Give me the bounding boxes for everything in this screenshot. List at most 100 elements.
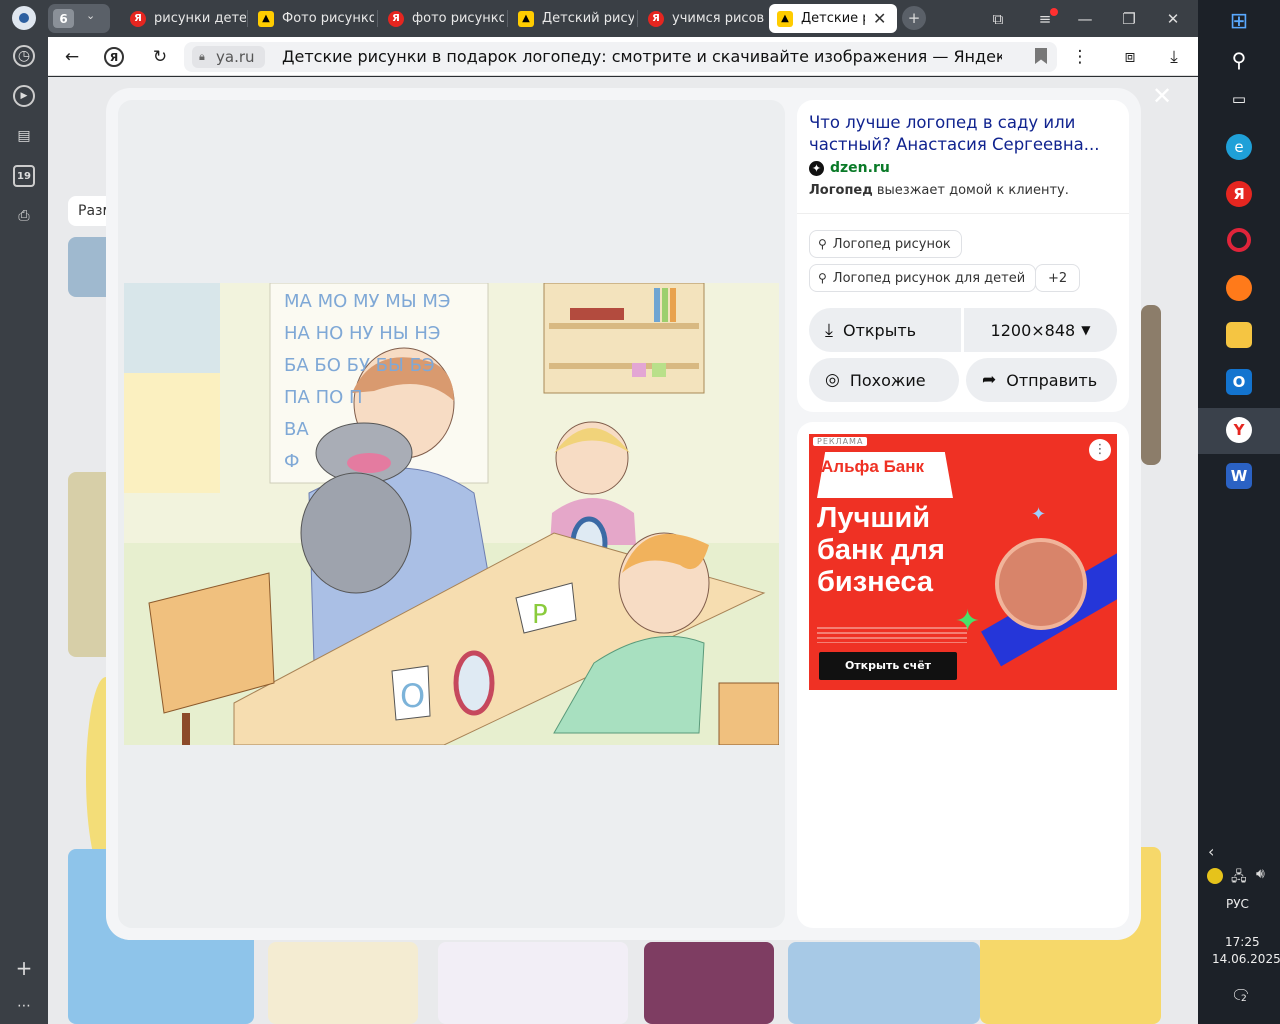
result-thumbnail[interactable] — [268, 942, 418, 1024]
result-thumbnail[interactable] — [788, 942, 980, 1024]
tab-group-counter[interactable]: 6 ⌄ — [48, 4, 110, 33]
network-icon[interactable]: 🖧︎ — [1231, 866, 1247, 890]
ad-label: РЕКЛАМА — [813, 437, 868, 446]
tab-title: Детские рисунки — [801, 11, 865, 26]
more-tags-chip[interactable]: +2 — [1035, 264, 1081, 292]
browser-logo-icon[interactable] — [12, 6, 36, 30]
lens-icon: ◎ — [825, 370, 840, 390]
tray-status-icon[interactable] — [1207, 868, 1223, 884]
source-title-link[interactable]: Что лучше логопед в саду или частный? Ан… — [809, 112, 1109, 156]
clock-time[interactable]: 17:25 — [1225, 935, 1260, 949]
images-icon: ▲ — [518, 10, 534, 27]
play-icon[interactable]: ▶ — [13, 85, 35, 107]
poster-line: МА МО МУ МЫ МЭ — [284, 291, 450, 312]
source-site[interactable]: ✦ dzen.ru — [809, 160, 890, 176]
tab-strip: 6 ⌄ Я рисунки детей ▲ Фото рисунков Я фо… — [0, 0, 1198, 37]
ad-headline-line: Лучший — [817, 502, 931, 534]
firefox-icon[interactable] — [1226, 275, 1252, 301]
images-icon: ▲ — [777, 10, 793, 27]
tab-title: Детский рисунок — [542, 11, 634, 26]
file-explorer-icon[interactable] — [1226, 322, 1252, 348]
notes-icon[interactable]: ▤ — [13, 125, 35, 147]
more-icon[interactable]: ⋯ — [13, 995, 35, 1017]
history-icon[interactable]: ◷ — [13, 45, 35, 67]
result-thumbnail[interactable] — [1141, 305, 1161, 465]
tag-chip[interactable]: ⚲ Логопед рисунок для детей — [809, 264, 1037, 292]
extensions-icon[interactable]: ⧈ — [1118, 45, 1142, 69]
clock-date[interactable]: 14.06.2025 — [1212, 952, 1280, 966]
tab-separator — [247, 10, 248, 27]
poster-line: ПА ПО П — [284, 387, 363, 408]
result-thumbnail[interactable] — [644, 942, 774, 1024]
tab-2[interactable]: Я фото рисунков — [380, 4, 504, 33]
add-panel-icon[interactable]: + — [13, 956, 35, 980]
tab-3[interactable]: ▲ Детский рисунок — [510, 4, 634, 33]
snippet-bold: Логопед — [809, 183, 873, 198]
show-hidden-icons[interactable]: ‹ — [1208, 842, 1214, 861]
letter-card-r: Р — [532, 600, 548, 630]
opera-icon[interactable] — [1227, 228, 1251, 252]
downloads-icon[interactable]: ⤓ — [1162, 45, 1186, 69]
result-thumbnail[interactable] — [438, 942, 628, 1024]
share-button[interactable]: ➦ Отправить — [966, 358, 1117, 402]
similar-button[interactable]: ◎ Похожие — [809, 358, 959, 402]
back-icon[interactable]: ← — [60, 45, 84, 69]
tab-title: фото рисунков — [412, 11, 504, 26]
yandex-app-icon[interactable]: Y — [1226, 417, 1252, 443]
tag-chip[interactable]: ⚲ Логопед рисунок — [809, 230, 962, 258]
collections-icon[interactable]: ⧉ — [985, 6, 1011, 31]
tab-separator — [507, 10, 508, 27]
omnibox[interactable]: 🔒︎ ya.ru Детские рисунки в подарок логоп… — [184, 42, 1057, 72]
edge-icon[interactable]: e — [1226, 134, 1252, 160]
reload-icon[interactable]: ↻ — [148, 45, 172, 69]
tab-4[interactable]: Я учимся рисовать — [640, 4, 764, 33]
images-icon: ▲ — [258, 10, 274, 27]
tab-separator — [637, 10, 638, 27]
tab-1[interactable]: ▲ Фото рисунков — [250, 4, 374, 33]
open-account-button[interactable]: Открыть счёт — [819, 652, 957, 680]
new-tab-button[interactable]: + — [902, 6, 926, 30]
word-icon[interactable]: W — [1226, 463, 1252, 489]
site-domain[interactable]: 🔒︎ ya.ru — [192, 46, 265, 68]
open-image-button[interactable]: ⤓ Открыть — [809, 308, 961, 352]
yandex-icon: Я — [388, 10, 404, 27]
menu-dots-icon[interactable]: ⋮ — [1068, 45, 1092, 69]
tab-title: рисунки детей — [154, 11, 246, 26]
bookmark-icon[interactable] — [1035, 48, 1047, 64]
notification-count: 2 — [1240, 994, 1248, 1004]
close-tab-icon[interactable]: ✕ — [873, 9, 886, 28]
windows-start-icon[interactable]: ⊞ — [1226, 8, 1252, 34]
alfa-bank-ad-banner[interactable]: РЕКЛАМА ⋮ Альфа Банк Лучший банк для биз… — [809, 434, 1117, 690]
more-tags-label: +2 — [1048, 270, 1068, 286]
volume-icon[interactable]: 🔊︎ — [1256, 866, 1265, 882]
task-view-icon[interactable]: ▭ — [1226, 86, 1252, 112]
notifications-icon[interactable]: ≡ — [1032, 6, 1058, 31]
search-icon[interactable]: ⚲ — [1226, 47, 1252, 73]
notification-center-icon[interactable]: 🗨︎ 2 — [1231, 986, 1251, 1005]
yandex-home-icon[interactable]: Я — [104, 47, 124, 67]
similar-label: Похожие — [849, 370, 926, 390]
tag-label: Логопед рисунок для детей — [832, 270, 1026, 286]
tab-0[interactable]: Я рисунки детей — [122, 4, 246, 33]
yandex-icon: Я — [648, 10, 664, 27]
close-window-icon[interactable]: ✕ — [1160, 6, 1186, 31]
calendar-icon[interactable]: 19 — [13, 165, 35, 187]
tab-title: учимся рисовать — [672, 11, 764, 26]
yandex-browser-icon[interactable]: Я — [1226, 181, 1252, 207]
site-name: dzen.ru — [830, 160, 890, 176]
restore-icon[interactable]: ❐ — [1116, 6, 1142, 31]
speech-therapist-illustration[interactable]: Р О МА МО МУ МЫ МЭ НА НО НУ НЫ НЭ БА БО БУ… — [124, 283, 779, 745]
lock-icon: 🔒︎ — [199, 50, 205, 63]
ad-fine-print — [817, 627, 967, 643]
tab-5-active[interactable]: ▲ Детские рисунки ✕ — [769, 4, 897, 33]
outlook-icon[interactable]: O — [1226, 369, 1252, 395]
input-language[interactable]: РУС — [1226, 897, 1249, 911]
screenshot-icon[interactable]: ⎙ — [13, 205, 35, 227]
source-snippet: Логопед выезжает домой к клиенту. — [809, 183, 1069, 198]
minimize-icon[interactable]: — — [1072, 6, 1098, 31]
divider — [797, 213, 1129, 214]
close-viewer-icon[interactable]: ✕ — [1150, 84, 1174, 108]
image-size-dropdown[interactable]: 1200×848 ▼ — [964, 308, 1117, 352]
ad-options-icon[interactable]: ⋮ — [1089, 439, 1111, 461]
ad-headline-line: банк для — [817, 534, 945, 566]
